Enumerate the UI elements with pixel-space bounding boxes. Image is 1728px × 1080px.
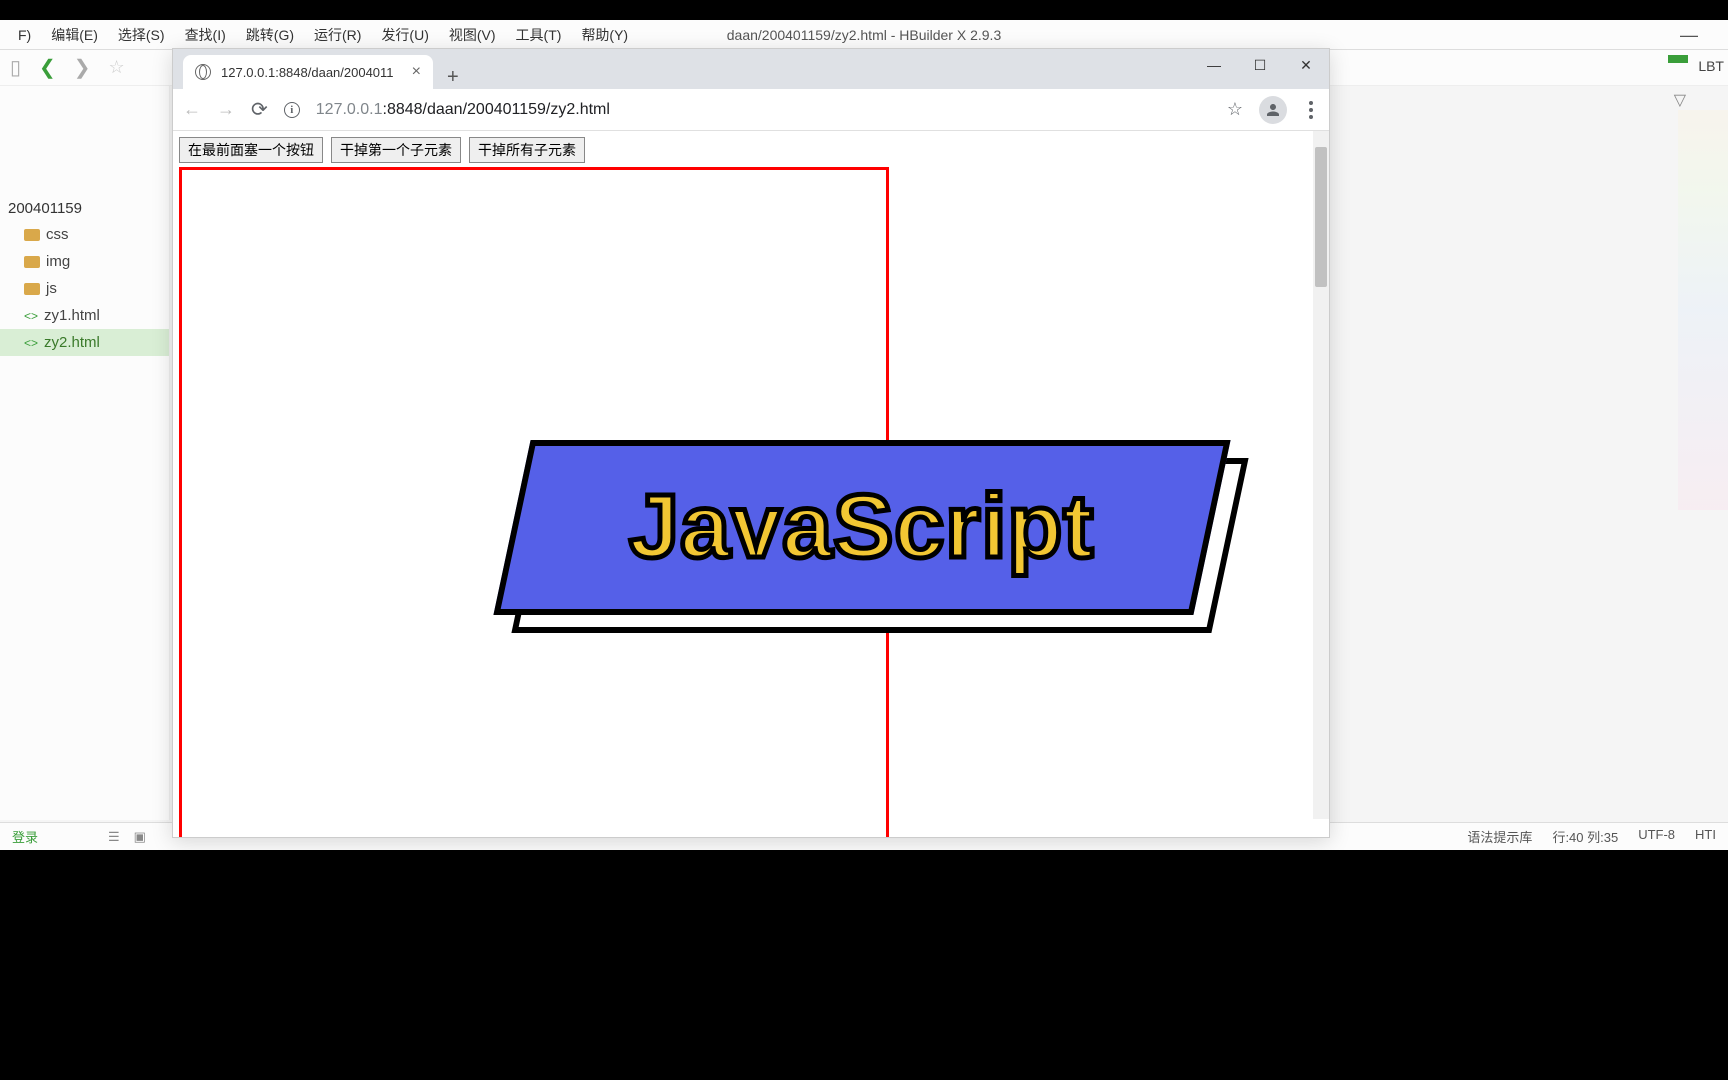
html-file-icon: <> bbox=[24, 336, 38, 350]
folder-icon bbox=[24, 229, 40, 241]
project-root[interactable]: 200401159 bbox=[0, 196, 169, 221]
banner-text: JavaScript bbox=[629, 476, 1094, 579]
folder-icon bbox=[24, 283, 40, 295]
status-login[interactable]: 登录 bbox=[12, 827, 38, 846]
menu-view[interactable]: 视图(V) bbox=[439, 25, 506, 45]
scroll-thumb[interactable] bbox=[1315, 147, 1327, 287]
nav-forward-icon[interactable]: → bbox=[217, 99, 235, 120]
status-list-icon[interactable]: ☰ bbox=[108, 829, 120, 845]
site-info-icon[interactable]: i bbox=[284, 102, 300, 118]
menu-tools[interactable]: 工具(T) bbox=[506, 25, 572, 45]
globe-icon bbox=[195, 64, 211, 80]
code-minimap[interactable] bbox=[1678, 110, 1728, 510]
page-button-prepend[interactable]: 在最前面塞一个按钮 bbox=[179, 137, 323, 163]
menu-publish[interactable]: 发行(U) bbox=[371, 25, 438, 45]
url-input[interactable]: 127.0.0.1:8848/daan/200401159/zy2.html bbox=[316, 101, 1211, 119]
editor-right-label: LBT bbox=[1694, 58, 1728, 74]
window-maximize-icon[interactable]: ☐ bbox=[1237, 49, 1283, 81]
menu-goto[interactable]: 跳转(G) bbox=[236, 25, 304, 45]
status-cursor: 行:40 列:35 bbox=[1552, 827, 1618, 846]
menu-run[interactable]: 运行(R) bbox=[304, 25, 371, 45]
status-terminal-icon[interactable]: ▣ bbox=[134, 829, 146, 845]
tree-item-img[interactable]: img bbox=[0, 248, 169, 275]
tab-title: 127.0.0.1:8848/daan/2004011 bbox=[221, 65, 394, 80]
tree-item-css[interactable]: css bbox=[0, 221, 169, 248]
chrome-tab[interactable]: 127.0.0.1:8848/daan/2004011 × bbox=[183, 55, 433, 89]
menu-select[interactable]: 选择(S) bbox=[108, 25, 175, 45]
profile-avatar-icon[interactable] bbox=[1259, 96, 1287, 124]
editor-badge bbox=[1668, 55, 1688, 63]
status-lang[interactable]: HTI bbox=[1695, 827, 1716, 846]
tree-item-js[interactable]: js bbox=[0, 275, 169, 302]
menu-edit[interactable]: 编辑(E) bbox=[41, 25, 108, 45]
toolbar-forward-icon[interactable]: ❯ bbox=[74, 55, 91, 80]
toolbar-star-icon[interactable]: ☆ bbox=[109, 57, 125, 78]
hbuilder-title: daan/200401159/zy2.html - HBuilder X 2.9… bbox=[727, 20, 1001, 50]
javascript-banner: JavaScript bbox=[512, 440, 1232, 635]
project-sidebar: 200401159 css img js <>zy1.html <>zy2.ht… bbox=[0, 86, 170, 820]
menu-help[interactable]: 帮助(Y) bbox=[571, 25, 638, 45]
tree-item-zy1[interactable]: <>zy1.html bbox=[0, 302, 169, 329]
status-encoding[interactable]: UTF-8 bbox=[1638, 827, 1675, 846]
toolbar-back-icon[interactable]: ❮ bbox=[39, 55, 56, 80]
tab-close-icon[interactable]: × bbox=[412, 63, 421, 81]
filter-icon[interactable]: ▽ bbox=[1674, 90, 1686, 110]
new-tab-button[interactable]: + bbox=[433, 66, 473, 89]
html-file-icon: <> bbox=[24, 309, 38, 323]
hbuilder-minimize-icon[interactable]: — bbox=[1670, 20, 1708, 50]
vertical-scrollbar[interactable] bbox=[1313, 131, 1329, 819]
reload-icon[interactable]: ⟳ bbox=[251, 97, 268, 122]
window-minimize-icon[interactable]: — bbox=[1191, 49, 1237, 81]
page-button-remove-all[interactable]: 干掉所有子元素 bbox=[469, 137, 585, 163]
tree-item-zy2[interactable]: <>zy2.html bbox=[0, 329, 169, 356]
menu-find[interactable]: 查找(I) bbox=[175, 25, 236, 45]
menu-file[interactable]: F) bbox=[8, 27, 41, 43]
bookmark-star-icon[interactable]: ☆ bbox=[1227, 99, 1243, 120]
nav-back-icon[interactable]: ← bbox=[183, 99, 201, 120]
status-syntax[interactable]: 语法提示库 bbox=[1467, 827, 1532, 846]
folder-icon bbox=[24, 256, 40, 268]
window-close-icon[interactable]: ✕ bbox=[1283, 49, 1329, 81]
toolbar-collapse-icon[interactable]: ▯ bbox=[10, 55, 21, 80]
chrome-titlebar: 127.0.0.1:8848/daan/2004011 × + — ☐ ✕ bbox=[173, 49, 1329, 89]
chrome-addressbar: ← → ⟳ i 127.0.0.1:8848/daan/200401159/zy… bbox=[173, 89, 1329, 131]
chrome-menu-icon[interactable] bbox=[1303, 101, 1319, 119]
page-button-remove-first[interactable]: 干掉第一个子元素 bbox=[331, 137, 461, 163]
